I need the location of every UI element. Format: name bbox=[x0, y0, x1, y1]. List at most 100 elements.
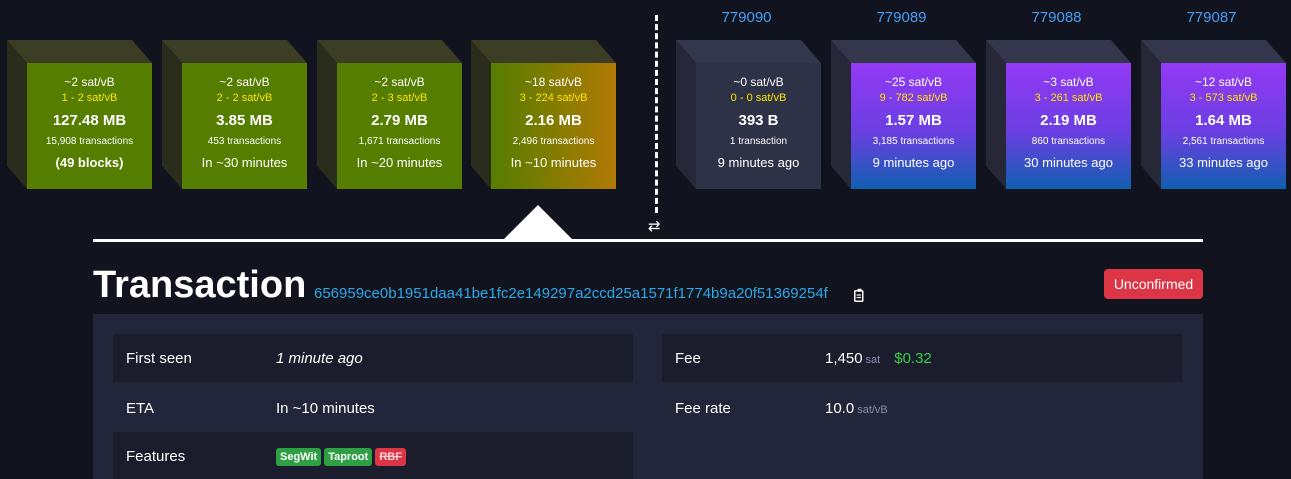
block-time: 9 minutes ago bbox=[717, 155, 800, 170]
page-title: Transaction bbox=[93, 264, 307, 306]
copy-icon[interactable] bbox=[854, 288, 866, 302]
block-time: 30 minutes ago bbox=[1024, 155, 1113, 170]
block-top bbox=[162, 40, 307, 63]
block-top bbox=[831, 40, 976, 63]
block-median-fee: ~3 sat/vB bbox=[1043, 75, 1094, 89]
block-size: 2.16 MB bbox=[525, 112, 582, 129]
feature-badge-segwit[interactable]: SegWit bbox=[276, 447, 322, 466]
txid-link[interactable]: 656959ce0b1951daa41be1fc2e149297a2ccd25a… bbox=[314, 285, 828, 303]
block-face: ~12 sat/vB 3 - 573 sat/vB 1.64 MB 2,561 … bbox=[1161, 63, 1286, 189]
fee-rate-label: Fee rate bbox=[675, 399, 731, 417]
block-tx-count: 2,561 transactions bbox=[1182, 136, 1265, 147]
block-fee-range: 1 - 2 sat/vB bbox=[61, 92, 118, 104]
block-size: 3.85 MB bbox=[216, 112, 273, 129]
block-height-link[interactable]: 779088 bbox=[994, 9, 1119, 26]
block-side bbox=[831, 40, 851, 189]
mined-block-0[interactable]: ~0 sat/vB 0 - 0 sat/vB 393 B 1 transacti… bbox=[676, 40, 821, 189]
fee-rate-value: 10.0 bbox=[825, 399, 855, 417]
block-fee-range: 9 - 782 sat/vB bbox=[879, 92, 948, 104]
swap-direction-icon[interactable]: ⇄ bbox=[648, 218, 661, 236]
block-fee-range: 2 - 3 sat/vB bbox=[371, 92, 428, 104]
fee-rate-value-group: 10.0 sat/vB bbox=[825, 400, 888, 417]
mined-block-1[interactable]: ~25 sat/vB 9 - 782 sat/vB 1.57 MB 3,185 … bbox=[831, 40, 976, 189]
block-top bbox=[1141, 40, 1286, 63]
fee-value: 1,450 bbox=[825, 349, 863, 367]
block-tx-count: 453 transactions bbox=[207, 136, 282, 147]
fee-row: Fee 1,450 sat $0.32 bbox=[662, 334, 1182, 382]
block-time: In ~10 minutes bbox=[510, 155, 597, 170]
block-height-link[interactable]: 779089 bbox=[839, 9, 964, 26]
block-top bbox=[676, 40, 821, 63]
block-face: ~25 sat/vB 9 - 782 sat/vB 1.57 MB 3,185 … bbox=[851, 63, 976, 189]
eta-value: In ~10 minutes bbox=[276, 399, 375, 417]
block-tx-count: 1,671 transactions bbox=[358, 136, 441, 147]
block-side bbox=[986, 40, 1006, 189]
block-face: ~2 sat/vB 1 - 2 sat/vB 127.48 MB 15,908 … bbox=[27, 63, 152, 189]
block-tx-count: 3,185 transactions bbox=[872, 136, 955, 147]
block-face: ~2 sat/vB 2 - 3 sat/vB 2.79 MB 1,671 tra… bbox=[337, 63, 462, 189]
block-fee-range: 0 - 0 sat/vB bbox=[730, 92, 787, 104]
first-seen-row: First seen 1 minute ago bbox=[113, 334, 633, 382]
block-size: 1.64 MB bbox=[1195, 112, 1252, 129]
mempool-block-2[interactable]: ~2 sat/vB 2 - 3 sat/vB 2.79 MB 1,671 tra… bbox=[317, 40, 462, 189]
eta-row: ETA In ~10 minutes bbox=[113, 384, 633, 432]
fee-rate-row: Fee rate 10.0 sat/vB bbox=[662, 384, 1182, 432]
transaction-details-panel: First seen 1 minute ago ETA In ~10 minut… bbox=[93, 314, 1203, 479]
block-size: 2.19 MB bbox=[1040, 112, 1097, 129]
block-size: 127.48 MB bbox=[52, 112, 127, 129]
block-height-link[interactable]: 779087 bbox=[1149, 9, 1274, 26]
feature-badge-taproot[interactable]: Taproot bbox=[324, 447, 373, 466]
block-top bbox=[471, 40, 616, 63]
block-fee-range: 3 - 573 sat/vB bbox=[1189, 92, 1258, 104]
block-side bbox=[7, 40, 27, 189]
features-list: SegWit Taproot RBF bbox=[276, 447, 409, 466]
fee-unit: sat bbox=[865, 353, 881, 366]
block-median-fee: ~2 sat/vB bbox=[219, 75, 270, 89]
block-tx-count: 860 transactions bbox=[1031, 136, 1106, 147]
fee-value-group: 1,450 sat $0.32 bbox=[825, 350, 932, 367]
block-fee-range: 2 - 2 sat/vB bbox=[216, 92, 273, 104]
section-divider bbox=[93, 239, 1203, 242]
block-size: 2.79 MB bbox=[371, 112, 428, 129]
status-badge: Unconfirmed bbox=[1104, 269, 1203, 299]
block-median-fee: ~25 sat/vB bbox=[884, 75, 943, 89]
block-face: ~0 sat/vB 0 - 0 sat/vB 393 B 1 transacti… bbox=[696, 63, 821, 189]
block-median-fee: ~0 sat/vB bbox=[733, 75, 784, 89]
first-seen-value: 1 minute ago bbox=[276, 349, 363, 367]
mempool-block-0[interactable]: ~2 sat/vB 1 - 2 sat/vB 127.48 MB 15,908 … bbox=[7, 40, 152, 189]
block-side bbox=[162, 40, 182, 189]
block-time: 9 minutes ago bbox=[872, 155, 955, 170]
features-row: Features SegWit Taproot RBF bbox=[113, 432, 633, 479]
features-label: Features bbox=[126, 447, 186, 465]
mined-block-2[interactable]: ~3 sat/vB 3 - 261 sat/vB 2.19 MB 860 tra… bbox=[986, 40, 1131, 189]
selected-block-pointer bbox=[502, 205, 574, 241]
mempool-block-1[interactable]: ~2 sat/vB 2 - 2 sat/vB 3.85 MB 453 trans… bbox=[162, 40, 307, 189]
feature-badge-rbf[interactable]: RBF bbox=[375, 447, 406, 466]
block-tx-count: 1 transaction bbox=[729, 136, 788, 147]
block-side bbox=[317, 40, 337, 189]
block-size: 1.57 MB bbox=[885, 112, 942, 129]
block-median-fee: ~12 sat/vB bbox=[1194, 75, 1253, 89]
block-top bbox=[986, 40, 1131, 63]
block-side bbox=[676, 40, 696, 189]
block-size: 393 B bbox=[738, 112, 779, 129]
fee-rate-unit: sat/vB bbox=[857, 403, 888, 416]
block-face: ~2 sat/vB 2 - 2 sat/vB 3.85 MB 453 trans… bbox=[182, 63, 307, 189]
block-face: ~3 sat/vB 3 - 261 sat/vB 2.19 MB 860 tra… bbox=[1006, 63, 1131, 189]
block-height-link[interactable]: 779090 bbox=[684, 9, 809, 26]
block-median-fee: ~18 sat/vB bbox=[524, 75, 583, 89]
mempool-block-3[interactable]: ~18 sat/vB 3 - 224 sat/vB 2.16 MB 2,496 … bbox=[471, 40, 616, 189]
block-time: In ~30 minutes bbox=[201, 155, 288, 170]
block-median-fee: ~2 sat/vB bbox=[374, 75, 425, 89]
first-seen-label: First seen bbox=[126, 349, 192, 367]
block-top bbox=[317, 40, 462, 63]
block-median-fee: ~2 sat/vB bbox=[64, 75, 115, 89]
block-time: 33 minutes ago bbox=[1179, 155, 1268, 170]
mined-block-3[interactable]: ~12 sat/vB 3 - 573 sat/vB 1.64 MB 2,561 … bbox=[1141, 40, 1286, 189]
block-tx-count: 2,496 transactions bbox=[512, 136, 595, 147]
block-time: (49 blocks) bbox=[55, 155, 124, 170]
block-fee-range: 3 - 261 sat/vB bbox=[1034, 92, 1103, 104]
block-side bbox=[1141, 40, 1161, 189]
block-time: In ~20 minutes bbox=[356, 155, 443, 170]
block-top bbox=[7, 40, 152, 63]
